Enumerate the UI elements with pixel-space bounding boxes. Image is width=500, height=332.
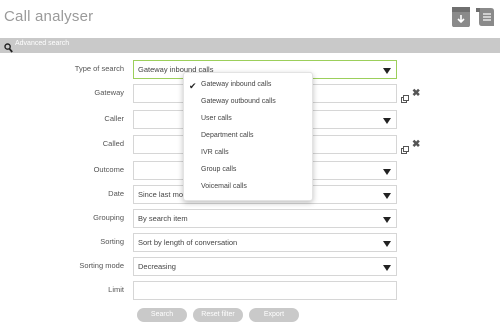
export-button[interactable]: Export <box>249 308 299 322</box>
date-label: Date <box>108 189 124 198</box>
dropdown-option[interactable]: Gateway outbound calls <box>201 98 276 105</box>
limit-row: Limit <box>0 281 500 301</box>
chevron-down-icon <box>383 241 391 247</box>
archive-download-icon[interactable] <box>452 7 470 27</box>
dropdown-option[interactable]: Group calls <box>201 166 236 173</box>
clear-icon[interactable]: ✖ <box>412 140 420 150</box>
sorting-row: Sorting Sort by length of conversation <box>0 233 500 253</box>
sorting-label: Sorting <box>100 237 124 246</box>
page-title: Call analyser <box>4 8 94 25</box>
sorting-select[interactable]: Sort by length of conversation <box>133 233 397 252</box>
type-of-search-label: Type of search <box>74 64 124 73</box>
caller-label: Caller <box>104 114 124 123</box>
chevron-down-icon <box>383 217 391 223</box>
dropdown-option[interactable]: Voicemail calls <box>201 183 247 190</box>
outcome-label: Outcome <box>93 165 124 174</box>
sorting-value: Sort by length of conversation <box>138 238 238 247</box>
limit-input[interactable] <box>133 281 397 300</box>
clear-icon[interactable]: ✖ <box>412 89 420 99</box>
grouping-value: By search item <box>138 214 188 223</box>
called-label: Called <box>102 139 124 148</box>
check-icon: ✔ <box>189 81 197 91</box>
sorting-mode-select[interactable]: Decreasing <box>133 257 397 276</box>
sorting-mode-value: Decreasing <box>138 262 176 271</box>
grouping-label: Grouping <box>93 213 124 222</box>
advanced-search-label: Advanced search <box>15 40 70 47</box>
type-of-search-dropdown: ✔ Gateway inbound calls Gateway outbound… <box>183 72 313 201</box>
report-scroll-icon[interactable] <box>475 7 494 27</box>
search-icon <box>4 40 13 58</box>
copy-icon[interactable] <box>401 90 409 103</box>
chevron-down-icon <box>383 193 391 199</box>
sorting-mode-label: Sorting mode <box>79 261 124 270</box>
grouping-select[interactable]: By search item <box>133 209 397 228</box>
dropdown-option[interactable]: User calls <box>201 115 232 122</box>
advanced-search-bar[interactable]: Advanced search <box>0 38 500 53</box>
limit-label: Limit <box>108 285 124 294</box>
dropdown-option[interactable]: IVR calls <box>201 149 229 156</box>
sorting-mode-row: Sorting mode Decreasing <box>0 257 500 277</box>
gateway-label: Gateway <box>94 88 124 97</box>
chevron-down-icon <box>383 169 391 175</box>
copy-icon[interactable] <box>401 141 409 154</box>
reset-filter-button[interactable]: Reset filter <box>193 308 243 322</box>
chevron-down-icon <box>383 68 391 74</box>
dropdown-option[interactable]: Gateway inbound calls <box>201 81 271 88</box>
search-button[interactable]: Search <box>137 308 187 322</box>
chevron-down-icon <box>383 118 391 124</box>
grouping-row: Grouping By search item <box>0 209 500 229</box>
dropdown-option[interactable]: Department calls <box>201 132 254 139</box>
chevron-down-icon <box>383 265 391 271</box>
